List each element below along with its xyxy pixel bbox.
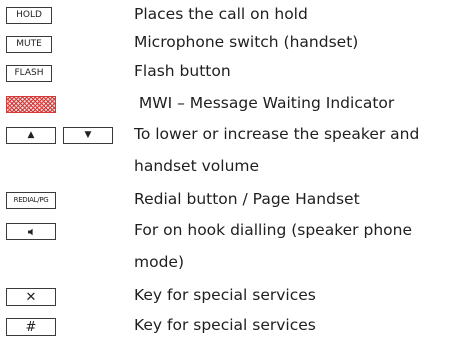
star-description: Key for special services [134,286,316,304]
redial-description: Redial button / Page Handset [134,190,360,208]
flash-key: FLASH [6,65,52,82]
flash-description: Flash button [134,62,231,80]
mute-description: Microphone switch (handset) [134,33,359,51]
hold-description: Places the call on hold [134,5,308,23]
volume-description-line2: handset volume [134,157,260,175]
hash-key: # [6,318,56,336]
volume-down-key: ▼ [63,127,113,144]
mute-key: MUTE [6,36,52,53]
speaker-key [6,223,56,240]
star-key: ✕ [6,288,56,306]
speaker-description-line1: For on hook dialling (speaker phone [134,221,412,239]
redial-page-key: REDIAL/PG [6,192,56,209]
speaker-description-line2: mode) [134,253,185,271]
hold-key: HOLD [6,7,52,24]
speaker-icon [28,228,33,235]
mwi-description: MWI – Message Waiting Indicator [134,94,395,112]
hash-description: Key for special services [134,316,316,334]
mwi-indicator-icon [6,96,56,113]
volume-up-key: ▲ [6,127,56,144]
volume-description-line1: To lower or increase the speaker and [134,125,420,143]
